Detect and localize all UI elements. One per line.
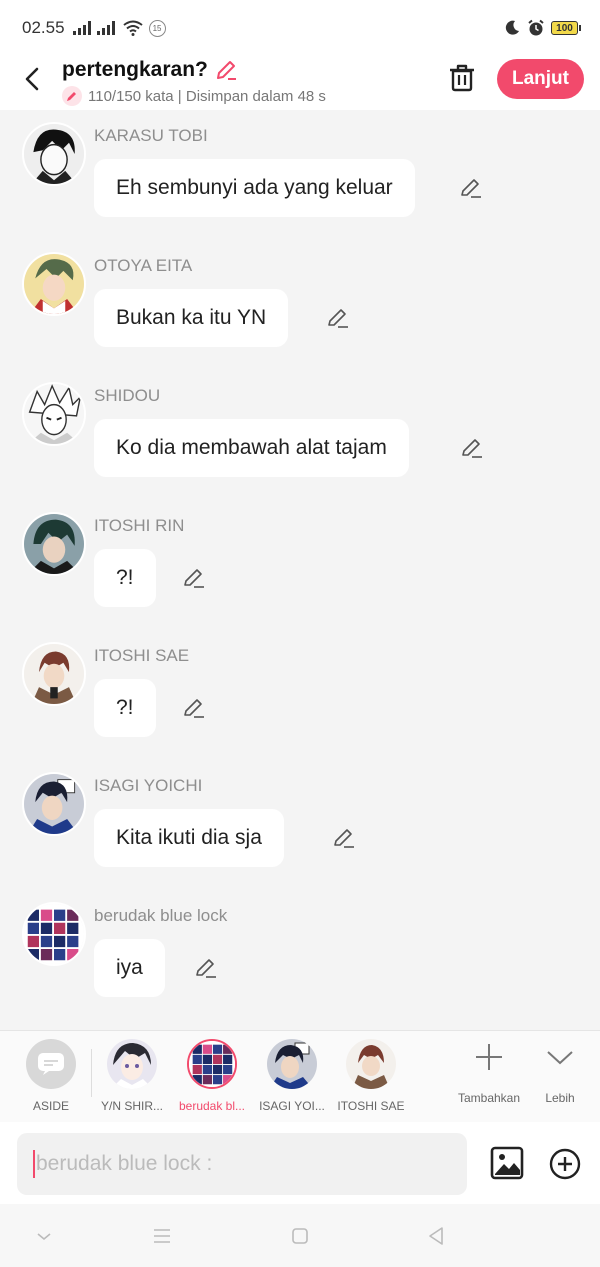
system-nav-bar [0,1204,600,1267]
message-input[interactable]: berudak blue lock : [17,1133,467,1195]
message-bubble[interactable]: Bukan ka itu YN [94,289,289,347]
status-bar: 02.55 15 100 [0,0,600,56]
message-item[interactable]: ITOSHI RIN ?! [0,500,600,630]
speaker-name: ITOSHI SAE [94,646,190,665]
avatar [187,1039,237,1089]
moon-icon [505,20,519,35]
edit-message-icon[interactable] [194,956,218,980]
message-item[interactable]: KARASU TOBI Eh sembunyi ada yang keluar [0,110,600,240]
speaker-name: ISAGI YOICHI [94,776,203,795]
add-label: Tambahkan [457,1091,521,1105]
avatar [107,1039,157,1089]
message-item[interactable]: ITOSHI SAE ?! [0,630,600,760]
chevron-down-icon[interactable] [32,1224,56,1248]
character-berudak[interactable]: berudak bl... [172,1039,252,1113]
menu-icon[interactable] [150,1224,174,1248]
character-itoshi-sae[interactable]: ITOSHI SAE [331,1039,411,1113]
speaker-name: OTOYA EITA [94,256,193,275]
avatar[interactable] [22,512,86,576]
next-button[interactable]: Lanjut [497,59,584,99]
alarm-icon [528,19,544,36]
avatar [267,1039,317,1089]
signal-icon-2 [96,21,115,35]
character-aside[interactable]: ASIDE [11,1039,91,1113]
edit-title-icon[interactable] [214,58,238,82]
word-count-status: 110/150 kata | Disimpan dalam 48 s [88,87,326,105]
input-placeholder: berudak blue lock : [36,1152,213,1175]
character-isagi[interactable]: ISAGI YOI... [252,1039,332,1113]
trash-icon[interactable] [448,62,476,92]
character-label: ITOSHI SAE [337,1099,405,1113]
avatar [346,1039,396,1089]
battery-indicator: 100 [551,21,581,35]
edit-message-icon[interactable] [460,436,484,460]
speaker-name: SHIDOU [94,386,161,405]
wifi-icon [122,20,143,36]
chat-message-list[interactable]: KARASU TOBI Eh sembunyi ada yang keluar … [0,110,600,1030]
image-icon[interactable] [490,1146,524,1180]
back-icon[interactable] [18,64,48,94]
editor-header: pertengkaran? 110/150 kata | Disimpan da… [0,56,600,110]
text-caret [33,1150,35,1178]
avatar[interactable] [22,382,86,446]
edit-message-icon[interactable] [182,566,206,590]
message-item[interactable]: OTOYA EITA Bukan ka itu YN [0,240,600,370]
speaker-name: KARASU TOBI [94,126,208,145]
more-label: Lebih [545,1091,575,1105]
pencil-icon [62,86,82,106]
home-icon[interactable] [288,1224,312,1248]
speaker-name: ITOSHI RIN [94,516,185,535]
add-circle-icon[interactable] [549,1148,581,1180]
back-nav-icon[interactable] [424,1224,448,1248]
message-bubble[interactable]: Kita ikuti dia sja [94,809,284,867]
notification-badge: 15 [148,19,166,37]
story-title: pertengkaran? [62,58,208,81]
message-bubble[interactable]: iya [94,939,165,997]
message-bubble[interactable]: Ko dia membawah alat tajam [94,419,409,477]
character-label: ASIDE [32,1099,69,1113]
edit-message-icon[interactable] [459,176,483,200]
character-yn[interactable]: Y/N SHIR... [92,1039,172,1113]
edit-message-icon[interactable] [326,306,350,330]
avatar[interactable] [22,252,86,316]
plus-icon [476,1044,502,1070]
message-item[interactable]: SHIDOU Ko dia membawah alat tajam [0,370,600,500]
status-time: 02.55 [22,18,65,37]
avatar[interactable] [22,122,86,186]
avatar[interactable] [22,772,86,836]
message-bubble[interactable]: ?! [94,679,156,737]
message-item[interactable]: berudak blue lock iya [0,890,600,1020]
message-bubble[interactable]: Eh sembunyi ada yang keluar [94,159,415,217]
signal-icon [72,21,91,35]
more-characters-button[interactable]: Lebih [538,1041,582,1105]
message-bubble[interactable]: ?! [94,549,156,607]
chevron-down-icon [547,1051,573,1065]
aside-icon [26,1039,76,1089]
message-item[interactable]: ISAGI YOICHI Kita ikuti dia sja [0,760,600,890]
character-label: Y/N SHIR... [100,1099,163,1113]
character-label: ISAGI YOI... [259,1099,325,1113]
avatar[interactable] [22,642,86,706]
edit-message-icon[interactable] [332,826,356,850]
avatar[interactable] [22,902,86,966]
add-character-button[interactable]: Tambahkan [452,1041,526,1105]
character-label: berudak bl... [178,1099,246,1113]
message-input-bar: berudak blue lock : [0,1122,600,1204]
edit-message-icon[interactable] [182,696,206,720]
character-selector: ASIDE Y/N SHIR... berudak bl... ISAGI YO… [0,1030,600,1122]
speaker-name: berudak blue lock [94,906,228,925]
